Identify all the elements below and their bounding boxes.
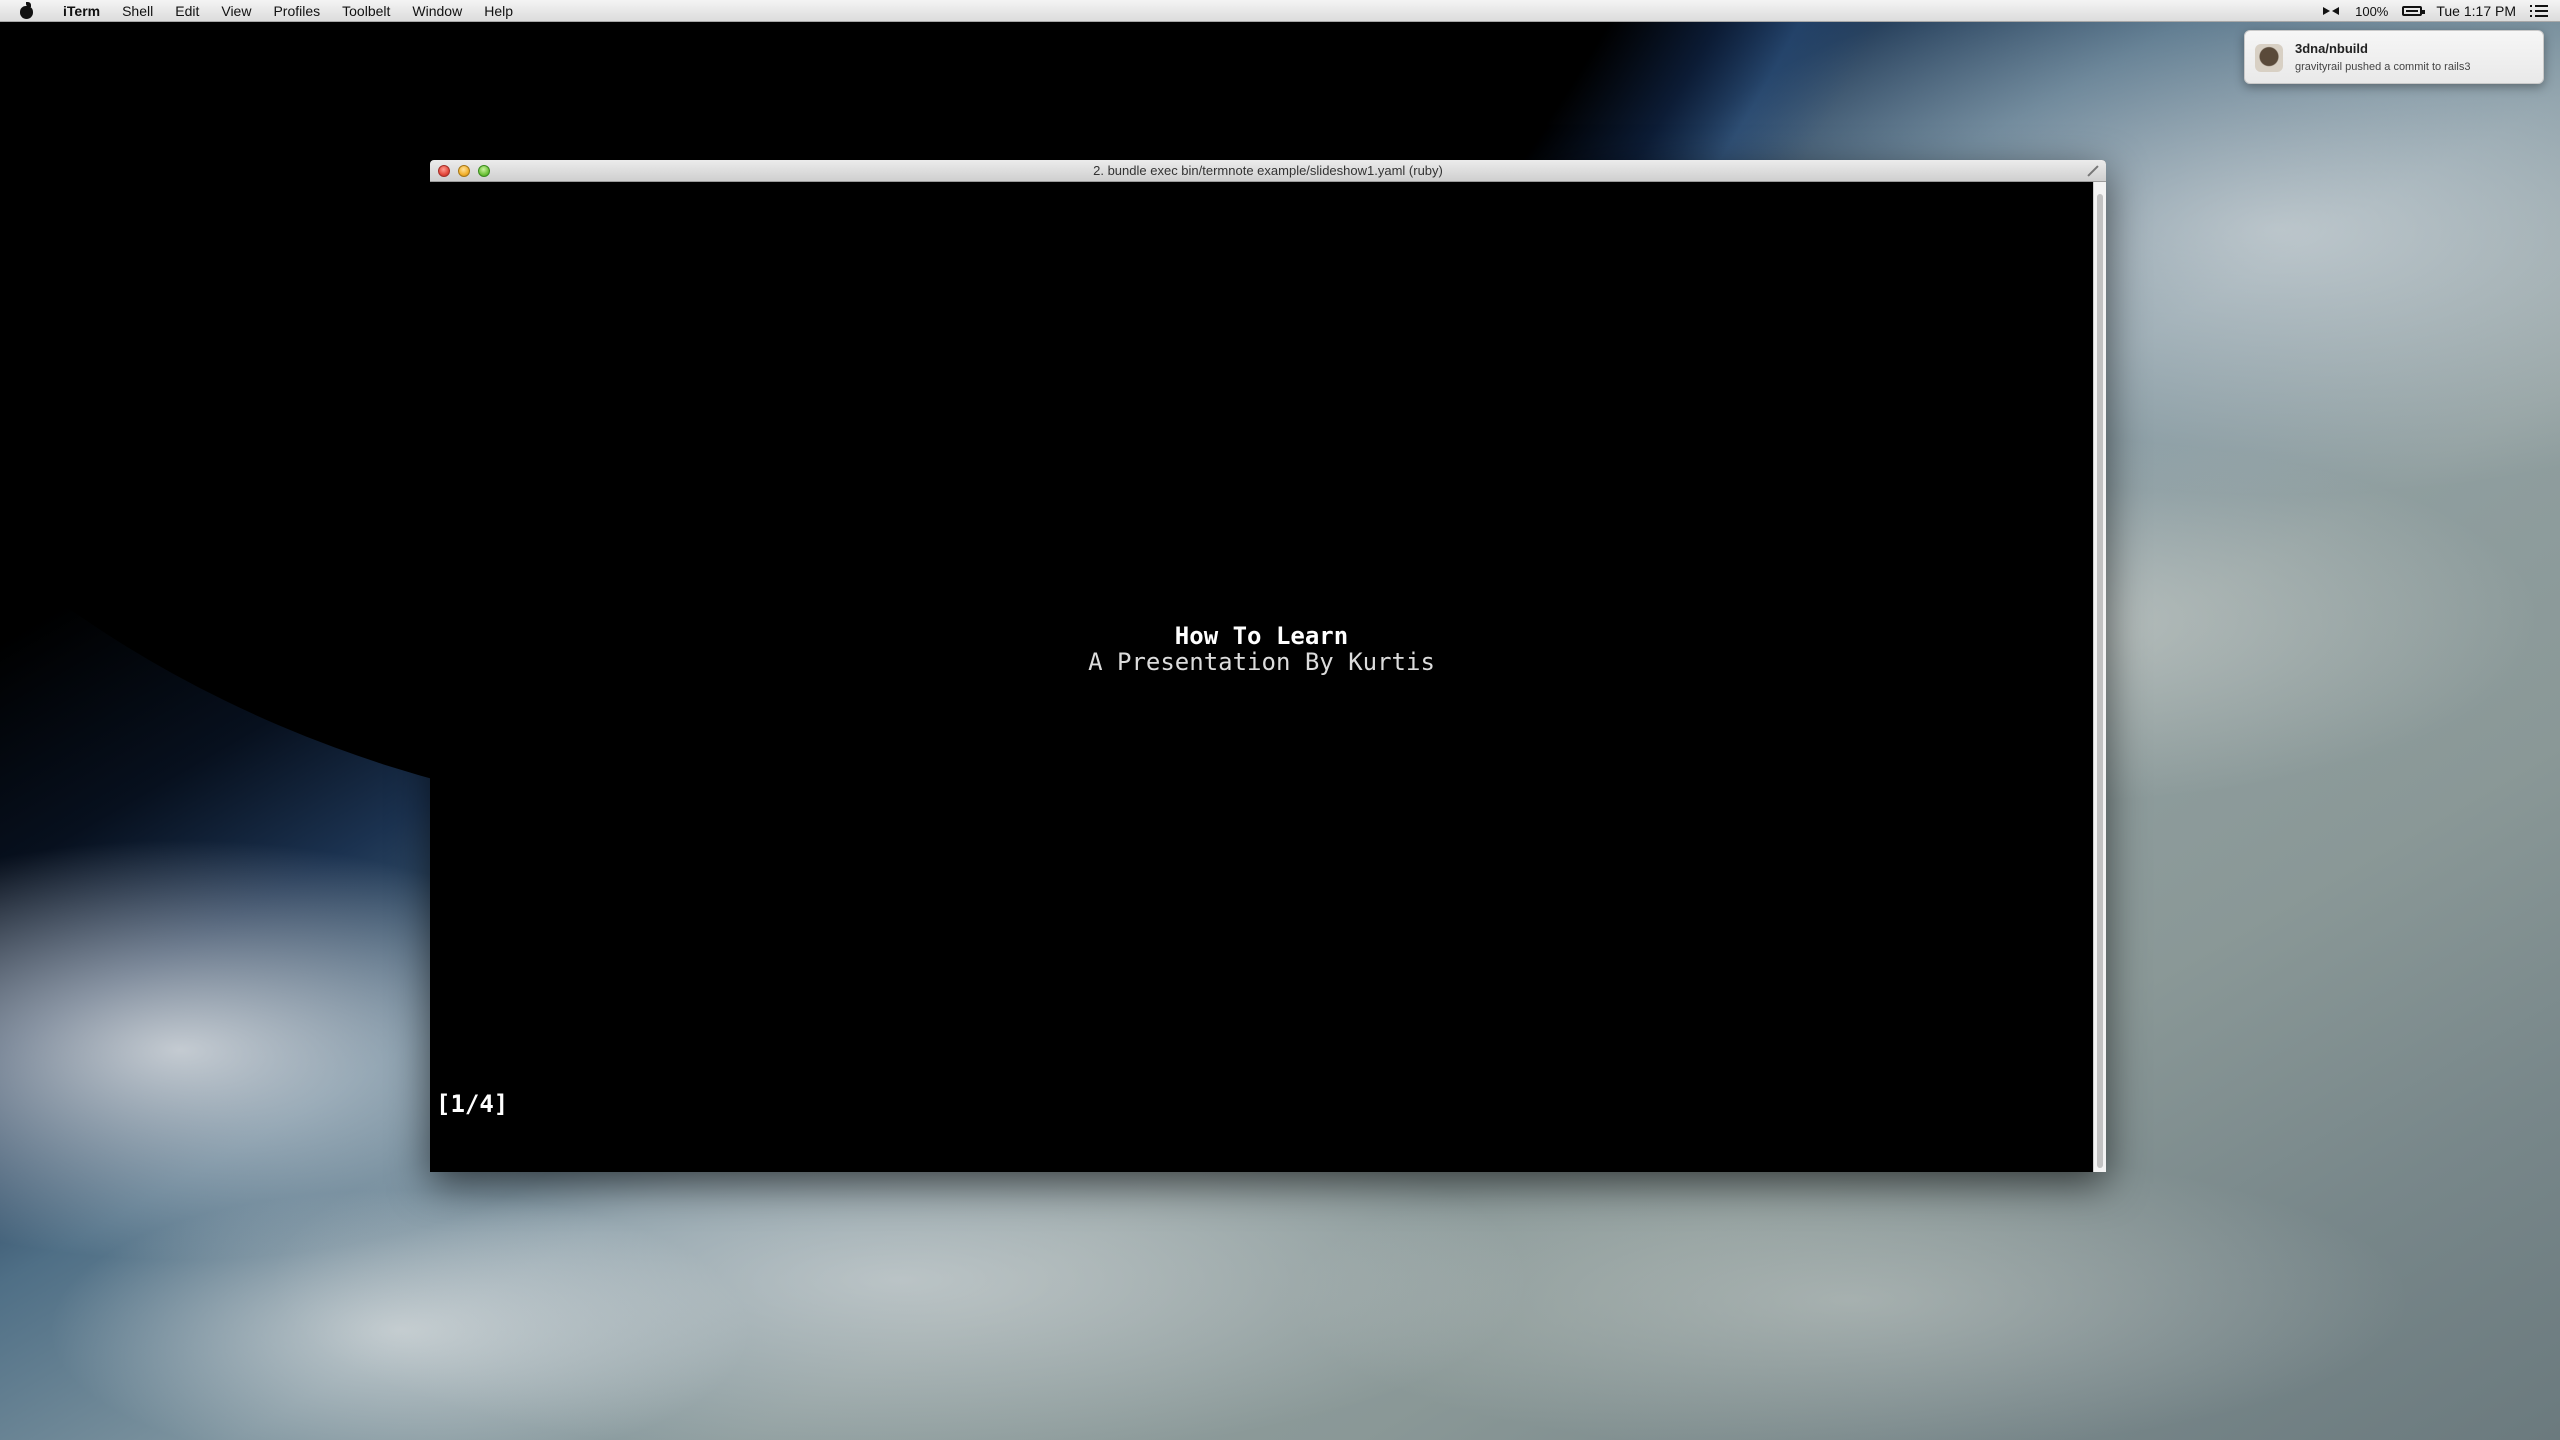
battery-percent[interactable]: 100% bbox=[2355, 4, 2388, 19]
slide-title: How To Learn bbox=[1174, 622, 1349, 650]
menu-app-name[interactable]: iTerm bbox=[52, 0, 111, 22]
notification-center-icon[interactable] bbox=[2530, 4, 2548, 18]
menu-window[interactable]: Window bbox=[401, 0, 473, 22]
menu-view[interactable]: View bbox=[210, 0, 262, 22]
menu-edit[interactable]: Edit bbox=[164, 0, 210, 22]
terminal-content[interactable]: How To Learn A Presentation By Kurtis [1… bbox=[430, 182, 2093, 1172]
bluetooth-icon[interactable] bbox=[2321, 5, 2341, 17]
terminal-title-bar[interactable]: 2. bundle exec bin/termnote example/slid… bbox=[430, 160, 2106, 182]
desktop-wallpaper: iTerm Shell Edit View Profiles Toolbelt … bbox=[0, 0, 2560, 1440]
menu-bar: iTerm Shell Edit View Profiles Toolbelt … bbox=[0, 0, 2560, 22]
apple-icon[interactable] bbox=[18, 1, 36, 20]
notification-title: 3dna/nbuild bbox=[2295, 41, 2368, 56]
octocat-avatar-icon bbox=[2255, 44, 2283, 72]
terminal-window[interactable]: 2. bundle exec bin/termnote example/slid… bbox=[430, 160, 2106, 1172]
slide-counter: [1/4] bbox=[436, 1090, 509, 1118]
scrollbar-thumb[interactable] bbox=[2097, 194, 2103, 1168]
window-title: 2. bundle exec bin/termnote example/slid… bbox=[1093, 163, 1443, 178]
menu-bar-clock[interactable]: Tue 1:17 PM bbox=[2436, 3, 2516, 19]
menu-bar-status-area: 100% Tue 1:17 PM bbox=[2321, 0, 2548, 22]
terminal-scrollbar[interactable] bbox=[2093, 182, 2106, 1172]
menu-help[interactable]: Help bbox=[473, 0, 524, 22]
notification-body: gravityrail pushed a commit to rails3 bbox=[2295, 61, 2471, 73]
notification-banner[interactable]: 3dna/nbuild gravityrail pushed a commit … bbox=[2244, 30, 2544, 84]
menu-profiles[interactable]: Profiles bbox=[262, 0, 331, 22]
battery-icon[interactable] bbox=[2402, 6, 2426, 16]
slide-subtitle: A Presentation By Kurtis bbox=[1088, 648, 1435, 676]
fullscreen-icon[interactable] bbox=[2086, 165, 2098, 177]
menu-toolbelt[interactable]: Toolbelt bbox=[331, 0, 401, 22]
menu-shell[interactable]: Shell bbox=[111, 0, 164, 22]
